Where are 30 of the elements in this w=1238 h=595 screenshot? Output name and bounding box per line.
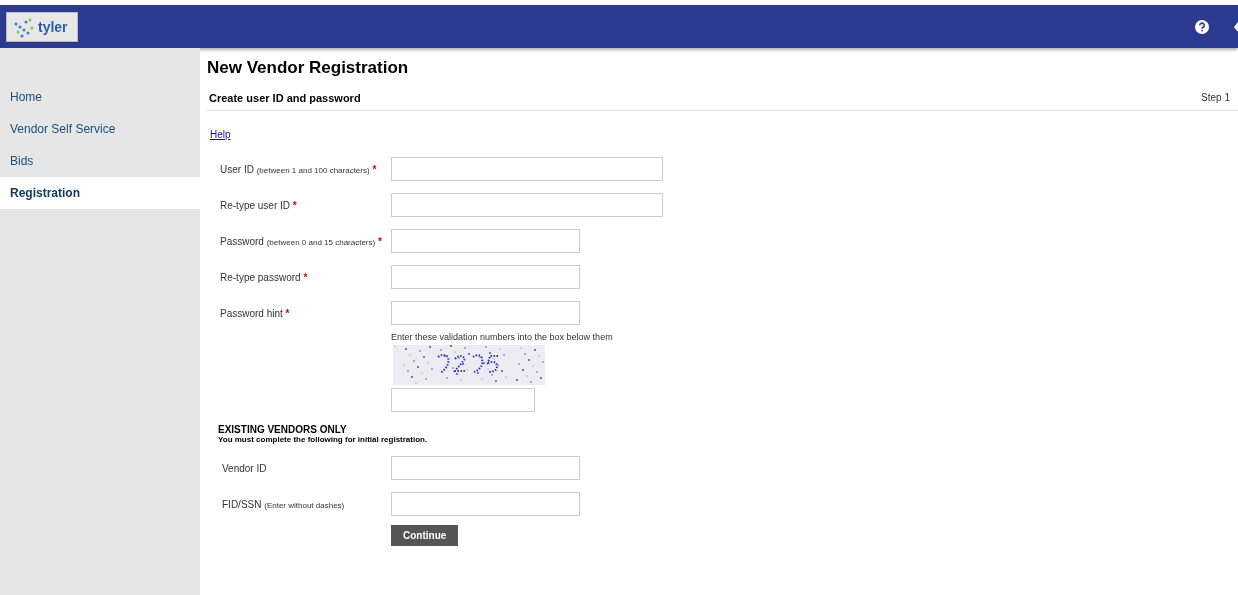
continue-button[interactable]: Continue bbox=[391, 525, 459, 546]
logo-text: tyler bbox=[38, 18, 68, 35]
input-field[interactable] bbox=[391, 301, 580, 325]
input-field[interactable] bbox=[391, 229, 580, 253]
field-label: Re-type user ID * bbox=[220, 199, 298, 211]
field-label: Re-type password * bbox=[220, 271, 309, 283]
instruction-text: Enter these validation numbers into the box below them bbox=[391, 332, 613, 342]
help-icon[interactable] bbox=[1195, 19, 1209, 34]
sidebar-item[interactable]: Home bbox=[0, 81, 200, 113]
section-heading: EXISTING VENDORS ONLY bbox=[218, 424, 348, 435]
sidebar-item[interactable]: Registration bbox=[0, 177, 200, 209]
field-label: FID/SSN (Enter without dashes) bbox=[221, 498, 346, 510]
input-field[interactable] bbox=[391, 157, 663, 181]
help-link[interactable]: Help bbox=[210, 129, 231, 140]
section-title: Create user ID and password bbox=[209, 92, 361, 104]
input-field[interactable] bbox=[391, 193, 663, 217]
page-title: New Vendor Registration bbox=[207, 58, 410, 79]
step-label: Step 1 bbox=[1201, 92, 1230, 104]
field-label: Vendor ID bbox=[221, 462, 268, 474]
sidebar-item[interactable]: Bids bbox=[0, 145, 200, 177]
arrow-icon[interactable] bbox=[1234, 20, 1238, 33]
input-field[interactable] bbox=[391, 492, 580, 516]
sidebar-item[interactable]: Vendor Self Service bbox=[0, 113, 200, 145]
section-subheading: You must complete the following for initial registration. bbox=[218, 435, 429, 444]
field-label: Password hint * bbox=[220, 307, 291, 319]
field-label: User ID (between 1 and 100 characters) * bbox=[220, 163, 378, 175]
input-field[interactable] bbox=[391, 456, 580, 480]
field-label: Password (between 0 and 15 characters) * bbox=[220, 235, 383, 247]
input-field[interactable] bbox=[391, 388, 535, 412]
input-field[interactable] bbox=[391, 265, 580, 289]
